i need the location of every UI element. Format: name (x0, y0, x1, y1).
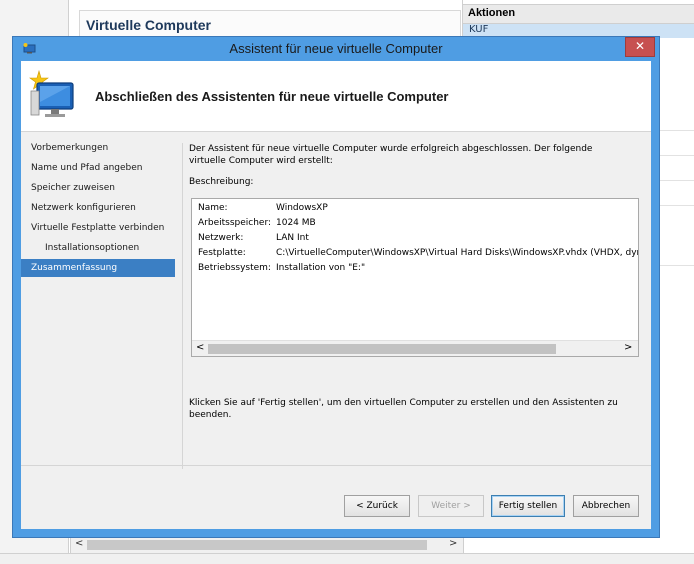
status-bar (0, 553, 694, 564)
next-button[interactable]: Weiter > (418, 495, 484, 517)
button-bar-divider (21, 465, 651, 466)
description-box[interactable]: Name: WindowsXP Arbeitsspeicher: 1024 MB… (191, 198, 639, 357)
desc-key: Arbeitsspeicher: (198, 218, 272, 228)
new-vm-wizard-dialog: Assistent für neue virtuelle Computer ✕ … (12, 36, 660, 538)
step-label: Virtuelle Festplatte verbinden (31, 223, 165, 233)
scroll-thumb[interactable] (208, 344, 556, 354)
wizard-steps-nav: Vorbemerkungen Name und Pfad angeben Spe… (21, 132, 175, 459)
step-label: Zusammenfassung (31, 263, 118, 273)
step-netzwerk[interactable]: Netzwerk konfigurieren (21, 199, 175, 217)
scroll-right-icon[interactable]: > (449, 538, 457, 549)
step-zusammenfassung[interactable]: Zusammenfassung (21, 259, 175, 277)
desc-value: WindowsXP (276, 203, 328, 213)
step-speicher[interactable]: Speicher zuweisen (21, 179, 175, 197)
desc-value: Installation von "E:" (276, 263, 366, 273)
wizard-page-title: Abschließen des Assistenten für neue vir… (95, 89, 449, 104)
intro-text: Der Assistent für neue virtuelle Compute… (189, 144, 593, 166)
finish-button[interactable]: Fertig stellen (491, 495, 565, 517)
step-vorbemerkungen[interactable]: Vorbemerkungen (21, 139, 175, 157)
finish-instructions: Klicken Sie auf 'Fertig stellen', um den… (189, 398, 618, 420)
desc-value: C:\VirtuelleComputer\WindowsXP\Virtual H… (276, 248, 639, 258)
scroll-left-icon[interactable]: < (196, 342, 204, 353)
actions-header: Aktionen (463, 4, 694, 24)
step-installationsoptionen[interactable]: Installationsoptionen (21, 239, 175, 257)
step-label: Speicher zuweisen (31, 183, 115, 193)
actions-selected-label: KUF (469, 24, 489, 35)
cancel-button[interactable]: Abbrechen (573, 495, 639, 517)
scroll-left-icon[interactable]: < (75, 538, 83, 549)
new-vm-wizard-icon (29, 69, 74, 117)
desc-value: LAN Int (276, 233, 309, 243)
description-label: Beschreibung: (189, 177, 254, 187)
actions-title: Aktionen (468, 7, 516, 19)
close-button[interactable]: ✕ (625, 37, 655, 57)
scroll-right-icon[interactable]: > (624, 342, 632, 353)
back-button[interactable]: < Zurück (344, 495, 410, 517)
desc-value: 1024 MB (276, 218, 316, 228)
step-label: Installationsoptionen (45, 243, 140, 253)
desc-key: Netzwerk: (198, 233, 244, 243)
nav-divider (182, 143, 183, 469)
dialog-title: Assistent für neue virtuelle Computer (229, 41, 443, 56)
step-festplatte[interactable]: Virtuelle Festplatte verbinden (21, 219, 175, 237)
desc-key: Betriebssystem: (198, 263, 271, 273)
step-label: Vorbemerkungen (31, 143, 109, 153)
desc-key: Festplatte: (198, 248, 246, 258)
wizard-header: Abschließen des Assistenten für neue vir… (21, 61, 651, 132)
dialog-titlebar[interactable]: Assistent für neue virtuelle Computer ✕ (13, 37, 659, 61)
step-label: Name und Pfad angeben (31, 163, 143, 173)
step-label: Netzwerk konfigurieren (31, 203, 136, 213)
description-horizontal-scrollbar[interactable]: < > (192, 340, 638, 356)
dialog-client-area: Abschließen des Assistenten für neue vir… (21, 61, 651, 529)
scroll-thumb[interactable] (87, 540, 427, 550)
center-pane-title: Virtuelle Computer (86, 17, 211, 33)
desc-key: Name: (198, 203, 228, 213)
step-name-und-pfad[interactable]: Name und Pfad angeben (21, 159, 175, 177)
